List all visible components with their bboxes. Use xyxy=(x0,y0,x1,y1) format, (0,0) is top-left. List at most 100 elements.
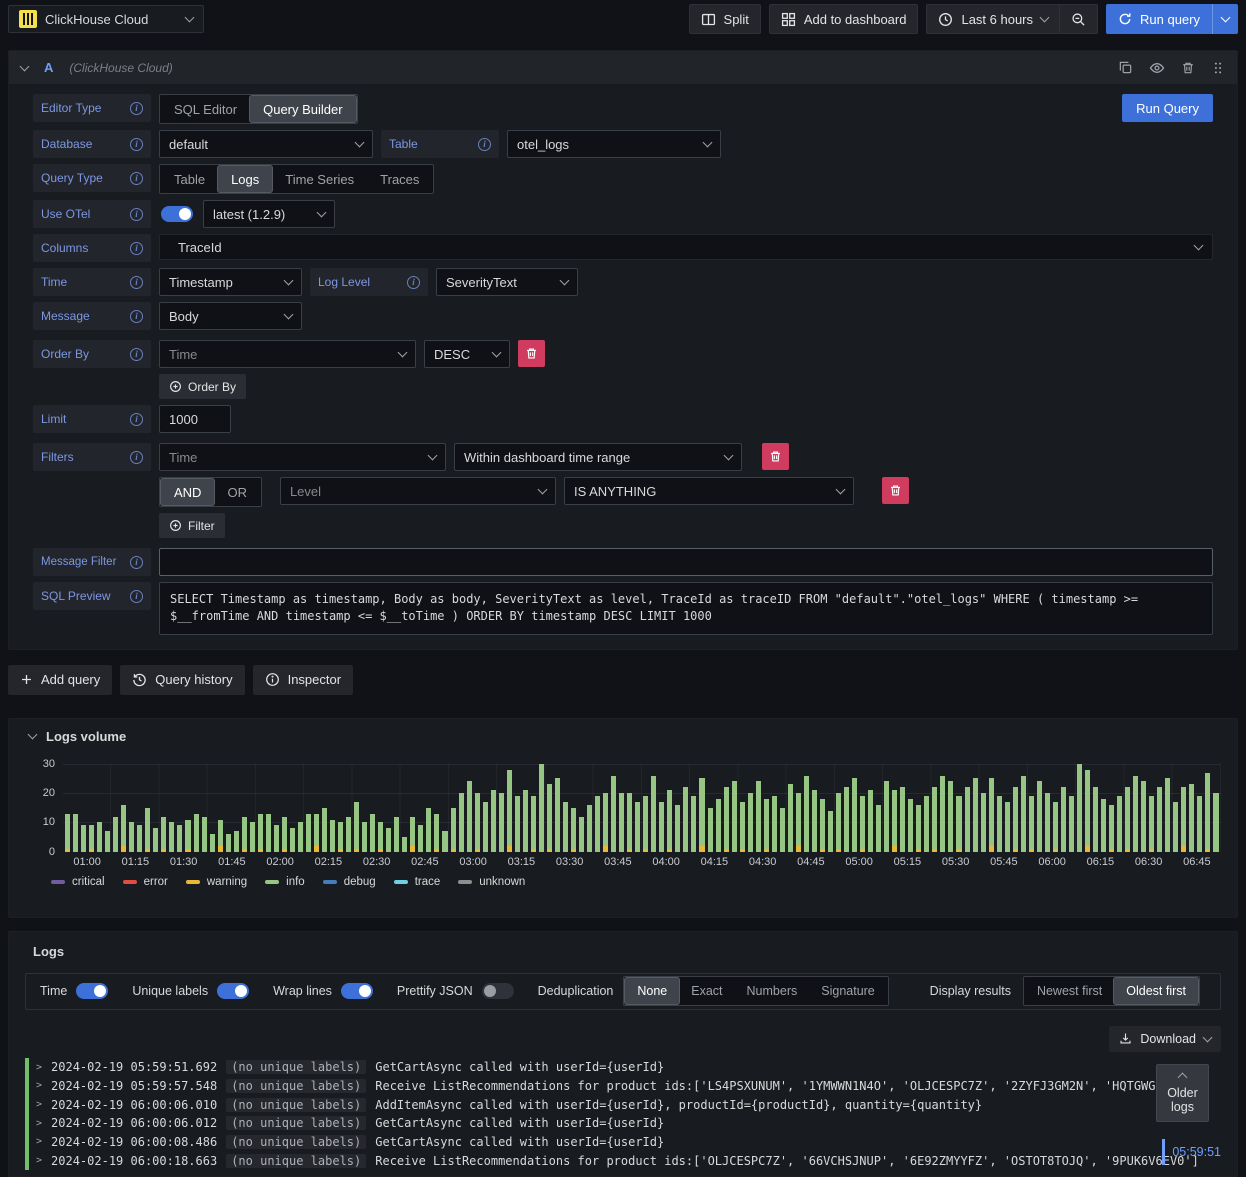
dedup-option-signature[interactable]: Signature xyxy=(809,978,887,1004)
info-icon[interactable]: i xyxy=(130,347,143,361)
query-history-button[interactable]: Query history xyxy=(120,664,245,695)
zoom-out-button[interactable] xyxy=(1060,4,1099,34)
log-row[interactable]: >2024-02-19 05:59:57.548 (no unique label… xyxy=(25,1076,1221,1096)
time-range-button[interactable]: Last 6 hours xyxy=(926,4,1061,34)
info-icon[interactable]: i xyxy=(130,241,143,255)
add-order-by-button[interactable]: Order By xyxy=(159,374,247,399)
remove-filter-row-button[interactable] xyxy=(881,477,909,504)
volume-bar xyxy=(667,764,673,852)
prettify-json-toggle[interactable] xyxy=(481,983,514,1000)
info-icon[interactable]: i xyxy=(130,101,143,115)
info-icon[interactable]: i xyxy=(130,309,143,323)
log-row[interactable]: >2024-02-19 06:00:06.012 (no unique label… xyxy=(25,1113,1221,1133)
expand-chevron-icon[interactable]: > xyxy=(36,1136,42,1147)
expand-chevron-icon[interactable]: > xyxy=(36,1155,42,1166)
database-label: Database i xyxy=(33,130,151,158)
legend-item[interactable]: debug xyxy=(322,876,376,888)
dedup-option-numbers[interactable]: Numbers xyxy=(735,978,810,1004)
conjunction-and[interactable]: AND xyxy=(161,479,215,505)
wrap-lines-toggle[interactable] xyxy=(340,983,373,1000)
info-icon[interactable]: i xyxy=(130,137,143,151)
info-icon[interactable]: i xyxy=(130,555,143,569)
expand-chevron-icon[interactable]: > xyxy=(36,1080,42,1091)
add-query-button[interactable]: Add query xyxy=(8,664,113,695)
log-row[interactable]: >2024-02-19 06:00:18.663 (no unique label… xyxy=(25,1151,1221,1170)
y-tick: 0 xyxy=(48,845,55,858)
time-toggle[interactable] xyxy=(76,983,109,1000)
volume-bar xyxy=(330,764,336,852)
add-filter-button[interactable]: Filter xyxy=(159,513,225,538)
columns-multiselect[interactable]: TraceId xyxy=(159,234,1213,260)
query-type-option-logs[interactable]: Logs xyxy=(218,166,273,192)
info-icon[interactable]: i xyxy=(478,137,491,151)
database-select[interactable]: default xyxy=(159,130,373,158)
dedup-option-exact[interactable]: Exact xyxy=(679,978,734,1004)
otel-version-select[interactable]: latest (1.2.9) xyxy=(203,200,335,228)
older-logs-button[interactable]: Older logs xyxy=(1156,1063,1209,1122)
legend-item[interactable]: error xyxy=(122,876,168,888)
dedup-option-none[interactable]: None xyxy=(625,978,680,1005)
remove-filter-button[interactable] xyxy=(762,443,789,470)
remove-order-by-button[interactable] xyxy=(518,340,545,367)
unique-labels-toggle[interactable] xyxy=(217,983,250,1000)
logs-volume-header[interactable]: Logs volume xyxy=(25,729,1221,744)
download-button[interactable]: Download xyxy=(1109,1025,1221,1052)
add-to-dashboard-button[interactable]: Add to dashboard xyxy=(768,4,919,34)
display-option-oldest-first[interactable]: Oldest first xyxy=(1114,978,1198,1005)
legend-item[interactable]: unknown xyxy=(458,876,525,888)
expand-chevron-icon[interactable]: > xyxy=(36,1099,42,1110)
display-option-newest-first[interactable]: Newest first xyxy=(1025,978,1114,1004)
query-type-option-time-series[interactable]: Time Series xyxy=(272,166,367,192)
legend-item[interactable]: critical xyxy=(51,876,105,888)
info-icon[interactable]: i xyxy=(130,275,143,289)
volume-bar xyxy=(892,764,898,852)
info-icon[interactable]: i xyxy=(407,275,420,289)
filter-field-select[interactable]: Time xyxy=(159,443,446,471)
info-icon[interactable]: i xyxy=(130,412,143,426)
filter-operator-select[interactable]: Within dashboard time range xyxy=(454,443,742,471)
message-filter-input[interactable] xyxy=(159,548,1213,576)
inspector-button[interactable]: Inspector xyxy=(252,664,354,695)
query-type-option-table[interactable]: Table xyxy=(161,166,218,192)
info-icon[interactable]: i xyxy=(130,171,143,185)
volume-bar xyxy=(763,764,769,852)
order-by-direction-select[interactable]: DESC xyxy=(424,340,510,368)
limit-input[interactable]: 1000 xyxy=(159,405,231,433)
log-row[interactable]: >2024-02-19 06:00:08.486 (no unique label… xyxy=(25,1132,1221,1152)
legend-item[interactable]: info xyxy=(265,876,305,888)
datasource-picker[interactable]: ClickHouse Cloud xyxy=(8,5,204,33)
use-otel-toggle[interactable] xyxy=(161,206,193,222)
query-type-option-traces[interactable]: Traces xyxy=(367,166,432,192)
editor-type-option-query-builder[interactable]: Query Builder xyxy=(250,96,356,122)
info-icon[interactable]: i xyxy=(130,589,143,603)
conjunction-or[interactable]: OR xyxy=(214,479,260,505)
panel-run-query-button[interactable]: Run Query xyxy=(1122,94,1213,122)
expand-chevron-icon[interactable]: > xyxy=(36,1118,42,1129)
legend-item[interactable]: trace xyxy=(393,876,440,888)
log-row[interactable]: >2024-02-19 05:59:51.692 (no unique label… xyxy=(25,1057,1221,1077)
info-icon[interactable]: i xyxy=(130,450,143,464)
time-column-select[interactable]: Timestamp xyxy=(159,268,302,296)
x-tick: 05:30 xyxy=(941,855,970,868)
run-query-button[interactable]: Run query xyxy=(1106,4,1212,34)
order-by-field-select[interactable]: Time xyxy=(159,340,416,368)
copy-icon[interactable] xyxy=(1118,60,1133,75)
table-select[interactable]: otel_logs xyxy=(507,130,721,158)
query-ref-id[interactable]: A xyxy=(44,60,53,75)
split-button[interactable]: Split xyxy=(688,4,761,34)
trash-icon[interactable] xyxy=(1181,61,1195,75)
drag-handle-icon[interactable] xyxy=(1211,61,1225,75)
message-column-select[interactable]: Body xyxy=(159,302,302,330)
expand-chevron-icon[interactable]: > xyxy=(36,1062,42,1073)
editor-type-option-sql-editor[interactable]: SQL Editor xyxy=(161,96,250,122)
eye-icon[interactable] xyxy=(1149,60,1165,76)
info-icon[interactable]: i xyxy=(130,207,143,221)
log-level-column-select[interactable]: SeverityText xyxy=(436,268,578,296)
log-row[interactable]: >2024-02-19 06:00:06.010 (no unique label… xyxy=(25,1095,1221,1114)
legend-item[interactable]: warning xyxy=(185,876,247,888)
filter-level-select[interactable]: Level xyxy=(279,477,556,505)
volume-bar xyxy=(876,764,882,852)
filter-value-select[interactable]: IS ANYTHING xyxy=(563,477,854,505)
run-query-dropdown[interactable] xyxy=(1212,4,1238,34)
collapse-chevron-icon[interactable] xyxy=(19,61,30,71)
